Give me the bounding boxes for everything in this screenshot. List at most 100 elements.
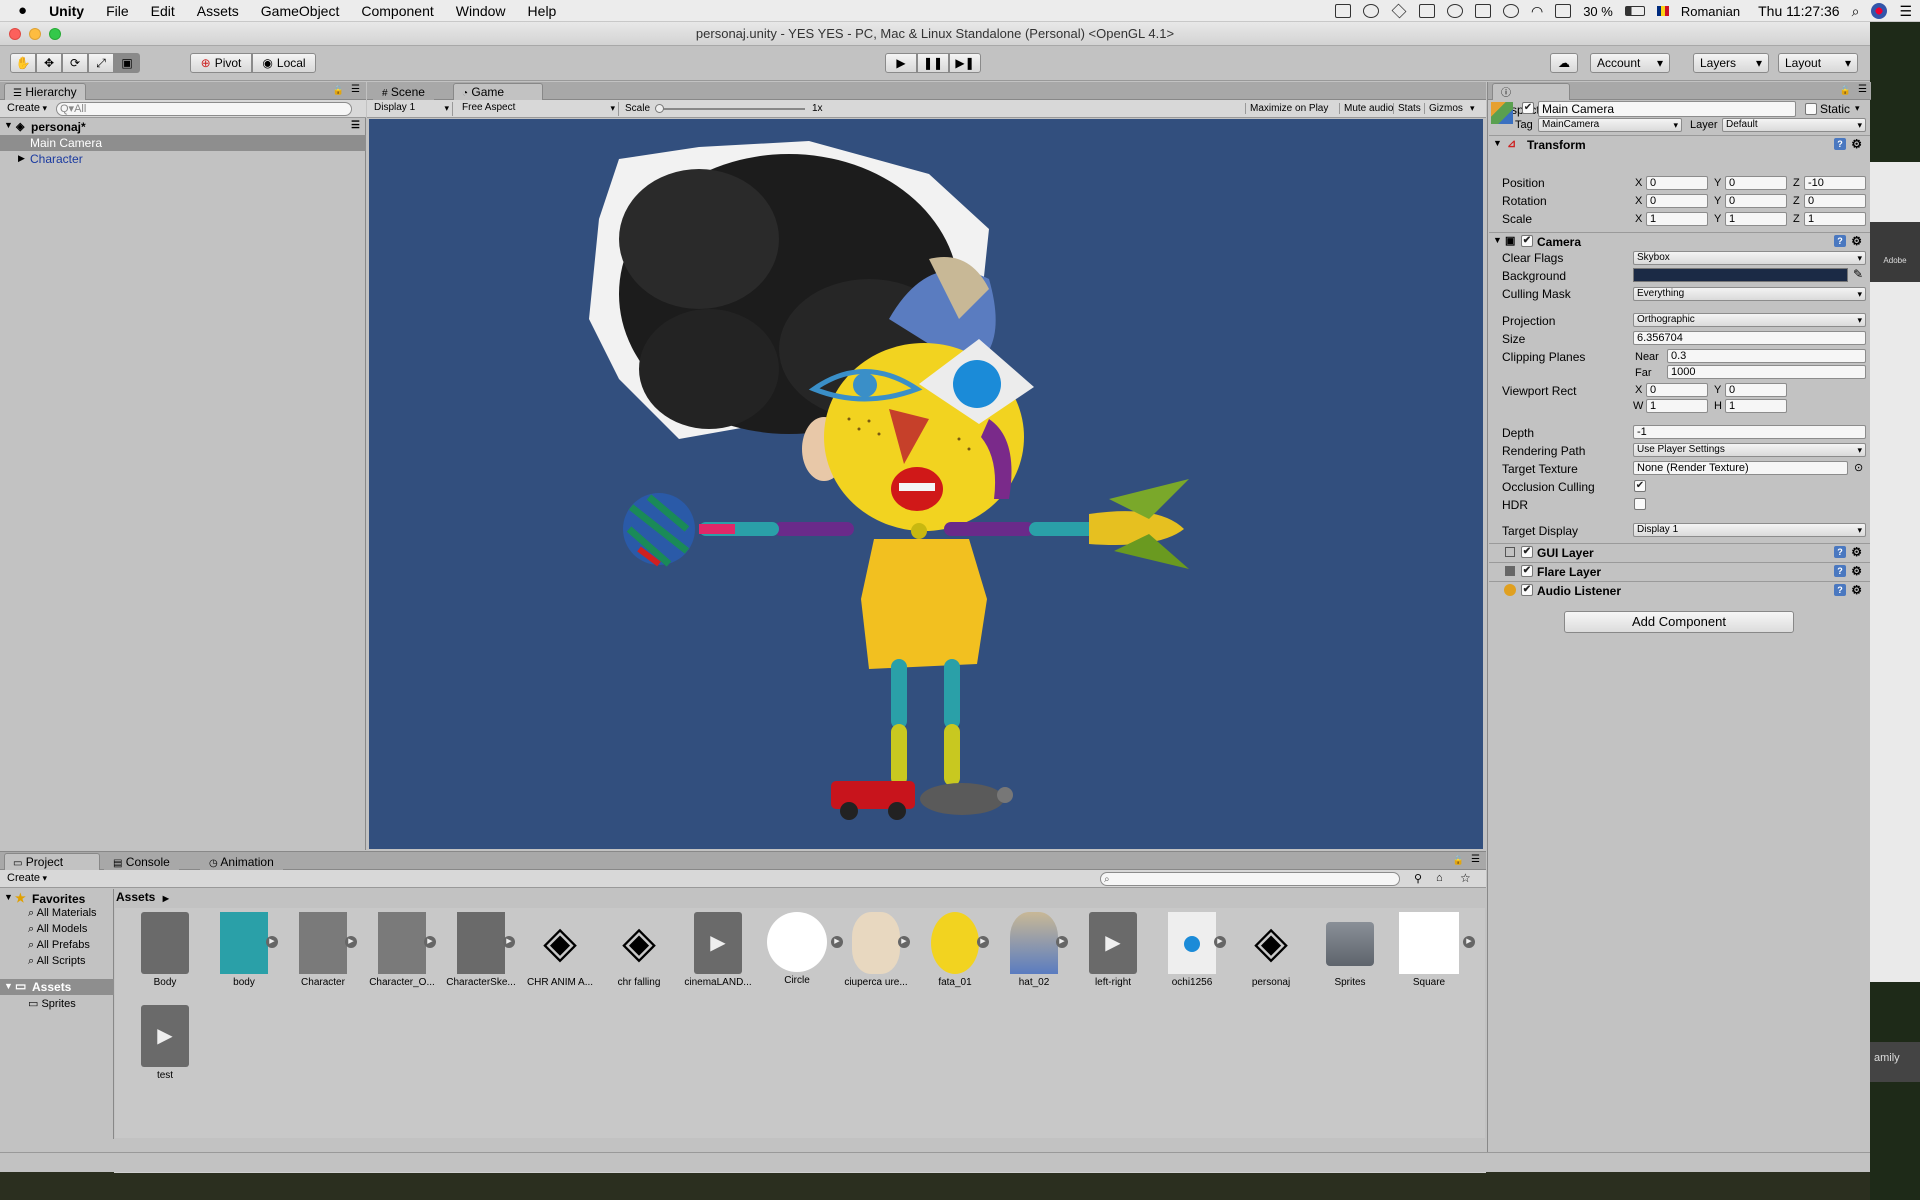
asset-item[interactable]: ▶ Circle [762,912,843,986]
tab-inspector[interactable]: ⓘ Inspector [1492,83,1570,117]
notification-center-icon[interactable]: ☰ [1899,3,1912,20]
breadcrumb-assets[interactable]: Assets [116,890,155,904]
scene-row[interactable]: ▼ ◈ personaj* ☰ [0,119,366,135]
pivot-toggle[interactable]: ⊕ Pivot [190,53,252,73]
lock-icon[interactable]: 🔒 [333,85,344,96]
tab-project[interactable]: ▭ Project [4,853,100,870]
expand-arrow-icon[interactable]: ▶ [1056,936,1068,948]
scale-tool-button[interactable]: ⤢ [88,53,114,73]
local-toggle[interactable]: ◉ Local [252,53,316,73]
airplay-icon[interactable] [1555,4,1572,18]
filter-by-type-icon[interactable]: ⚲ [1414,872,1422,885]
step-button[interactable]: ▶❚ [949,53,981,73]
asset-item[interactable]: ▶ ochi1256 [1157,912,1227,988]
filter-by-label-icon[interactable]: ⌂ [1436,872,1443,884]
favorite-all-prefabs[interactable]: ⌕ All Prefabs [28,939,90,952]
gizmos-dropdown[interactable]: Gizmos [1424,103,1463,114]
lock-icon[interactable]: 🔒 [1453,855,1464,866]
expand-arrow-icon[interactable]: ▶ [266,936,278,948]
favorite-all-models[interactable]: ⌕ All Models [28,923,87,936]
assets-folder-row[interactable]: ▼ ▭ Assets [0,979,114,995]
asset-item[interactable]: ▶ body [209,912,279,988]
sprites-folder-row[interactable]: ▭ Sprites [28,997,76,1010]
menu-help[interactable]: Help [517,3,568,19]
asset-item[interactable]: ▶ cinemaLAND... [683,912,753,988]
account-dropdown[interactable]: Account ▾ [1590,53,1670,73]
favorite-all-materials[interactable]: ⌕ All Materials [28,907,97,920]
asset-item[interactable]: ▶ test [130,1005,200,1081]
expand-arrow-icon[interactable]: ▶ [898,936,910,948]
tab-game[interactable]: ◔ Game [453,83,543,100]
aspect-dropdown[interactable]: Free Aspect [459,102,619,116]
window-icon[interactable] [1474,4,1491,18]
expand-arrow-icon[interactable]: ▼ [4,120,13,130]
tab-hierarchy[interactable]: ☰ Hierarchy [4,83,86,100]
sync-icon[interactable] [1446,4,1463,18]
project-search-input[interactable]: ⌕ [1100,872,1400,886]
asset-item[interactable]: Body [130,912,200,988]
display-icon[interactable] [1334,4,1351,18]
close-window-button[interactable] [9,28,21,40]
asset-item[interactable]: Sprites [1315,912,1385,988]
time-machine-icon[interactable] [1502,4,1519,18]
expand-arrow-icon[interactable]: ▶ [18,153,25,164]
asset-item[interactable]: ▶ ciuperca ure... [841,912,911,988]
expand-arrow-icon[interactable]: ▶ [1463,936,1475,948]
asset-item[interactable]: ▶ fata_01 [920,912,990,988]
menu-edit[interactable]: Edit [140,3,186,19]
hierarchy-item-main-camera[interactable]: Main Camera [0,135,366,151]
clock[interactable]: Thu 11:27:36 [1758,3,1839,19]
google-drive-icon[interactable] [1391,3,1407,19]
project-create-dropdown[interactable]: Create [4,872,50,886]
menu-unity[interactable]: Unity [38,3,95,19]
asset-item[interactable]: ▶ Square [1394,912,1475,988]
hand-tool-button[interactable]: ✋ [10,53,36,73]
user-avatar[interactable] [1871,3,1888,19]
asset-item[interactable]: ▶ left-right [1078,912,1148,988]
move-tool-button[interactable]: ✥ [36,53,62,73]
screen-mirror-icon[interactable] [1418,4,1435,18]
game-viewport[interactable] [369,119,1483,849]
maximize-on-play-toggle[interactable]: Maximize on Play [1245,103,1328,114]
asset-item[interactable]: ▶ Character_O... [367,912,437,988]
asset-item[interactable]: ▶ CharacterSke... [446,912,516,988]
minimize-window-button[interactable] [29,28,41,40]
battery-icon[interactable] [1624,6,1645,16]
scene-menu-icon[interactable]: ☰ [351,120,360,131]
expand-arrow-icon[interactable]: ▶ [1214,936,1226,948]
panel-menu-icon[interactable]: ☰ [351,84,360,95]
expand-arrow-icon[interactable]: ▶ [345,936,357,948]
wifi-icon[interactable]: ◠ [1531,3,1543,20]
apple-icon[interactable]: ● [0,2,38,19]
creative-cloud-icon[interactable] [1362,4,1379,18]
tab-console[interactable]: ▤ Console [104,853,179,870]
layout-dropdown[interactable]: Layout ▾ [1778,53,1858,73]
input-language[interactable]: Romanian [1681,4,1740,19]
tab-scene[interactable]: # Scene [373,83,434,100]
spotlight-icon[interactable]: ⌕ [1852,3,1860,20]
panel-menu-icon[interactable]: ☰ [1858,84,1867,95]
menu-component[interactable]: Component [350,3,444,19]
scale-slider-thumb[interactable] [655,104,664,113]
expand-arrow-icon[interactable]: ▼ [4,981,13,991]
rotate-tool-button[interactable]: ⟳ [62,53,88,73]
stats-toggle[interactable]: Stats [1393,103,1421,114]
asset-item[interactable]: ◈ CHR ANIM A... [525,912,595,988]
hierarchy-create-dropdown[interactable]: Create [4,102,50,116]
hierarchy-search-input[interactable]: Q▾All [56,102,352,116]
expand-arrow-icon[interactable]: ▶ [503,936,515,948]
menu-window[interactable]: Window [445,3,517,19]
rect-tool-button[interactable]: ▣ [114,53,140,73]
hierarchy-item-character[interactable]: ▶ Character [0,151,366,167]
asset-item[interactable]: ▶ hat_02 [999,912,1069,988]
favorites-row[interactable]: ▼ ★ Favorites [0,891,114,906]
expand-arrow-icon[interactable]: ▶ [424,936,436,948]
panel-menu-icon[interactable]: ☰ [1471,854,1480,865]
play-button[interactable]: ▶ [885,53,917,73]
expand-arrow-icon[interactable]: ▼ [4,892,13,902]
menu-file[interactable]: File [95,3,140,19]
scale-slider[interactable] [655,104,805,113]
asset-item[interactable]: ◈ chr falling [604,912,674,988]
chevron-down-icon[interactable]: ▾ [1470,103,1475,114]
menu-assets[interactable]: Assets [186,3,250,19]
